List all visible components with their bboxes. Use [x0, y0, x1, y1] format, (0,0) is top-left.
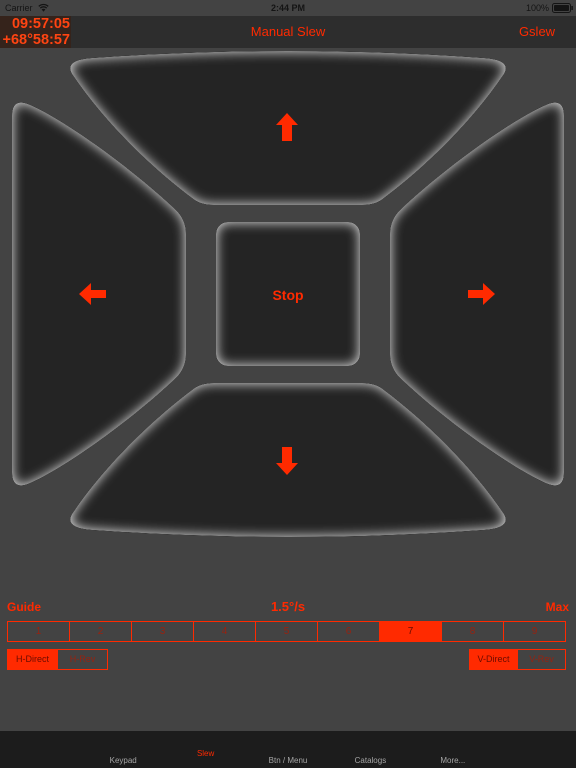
declination-value: +68°58:57	[2, 32, 70, 48]
wifi-icon	[38, 3, 49, 12]
rate-segment-1[interactable]: 1	[8, 622, 69, 641]
tab-more[interactable]: More...	[412, 731, 494, 768]
tab-label: More...	[440, 756, 466, 765]
rate-segment-3[interactable]: 3	[131, 622, 193, 641]
tab-keypad[interactable]: Keypad	[82, 731, 164, 768]
tab-label: Slew	[196, 749, 215, 758]
stop-button[interactable]: Stop	[216, 222, 360, 366]
slew-rate-control: 1 2 3 4 5 6 7 8 9	[7, 621, 566, 642]
direction-pad: Stop	[12, 51, 564, 537]
rate-segment-6[interactable]: 6	[317, 622, 379, 641]
rate-min-label: Guide	[7, 600, 42, 614]
stop-label: Stop	[272, 287, 303, 303]
page-title: Manual Slew	[250, 24, 326, 39]
rate-segment-2[interactable]: 2	[69, 622, 131, 641]
h-direct-segment[interactable]: H-Direct	[8, 650, 57, 669]
rate-segment-5[interactable]: 5	[255, 622, 317, 641]
rate-max-label: Max	[545, 600, 569, 614]
battery-icon	[552, 3, 574, 13]
rate-segment-7[interactable]: 7	[379, 622, 441, 641]
battery-percent: 100%	[525, 3, 549, 13]
v-direct-segment[interactable]: V-Direct	[470, 650, 517, 669]
rate-segment-8[interactable]: 8	[441, 622, 503, 641]
coordinate-readout: 09:57:05 +68°58:57	[0, 16, 71, 48]
tab-catalogs[interactable]: Catalogs	[329, 731, 411, 768]
manual-slew-screen: Carrier 2:44 PM 100% 09:57:05 +68°58:57 …	[0, 0, 576, 768]
status-bar: Carrier 2:44 PM 100%	[0, 0, 576, 16]
tab-label: Keypad	[109, 756, 137, 765]
navigation-bar: 09:57:05 +68°58:57 Manual Slew Gslew	[0, 16, 576, 48]
carrier-label: Carrier	[5, 3, 33, 13]
tab-label: Btn / Menu	[268, 756, 308, 765]
rate-value: 1.5°/s	[270, 599, 306, 614]
v-rev-segment[interactable]: V-Rev	[517, 650, 565, 669]
tab-slew[interactable]: Slew	[164, 731, 246, 768]
clock-label: 2:44 PM	[270, 3, 305, 13]
tab-label: Catalogs	[354, 756, 387, 765]
vertical-direction-control: V-Direct V-Rev	[469, 649, 566, 670]
h-rev-segment[interactable]: H-Rev	[57, 650, 107, 669]
tab-btn-menu[interactable]: Btn / Menu	[247, 731, 329, 768]
horizontal-direction-control: H-Direct H-Rev	[7, 649, 108, 670]
rate-segment-4[interactable]: 4	[193, 622, 255, 641]
right-ascension-value: 09:57:05	[11, 16, 70, 32]
gslew-button[interactable]: Gslew	[507, 24, 567, 40]
tab-bar: Keypad Slew Btn / Menu Catalogs More...	[0, 731, 576, 768]
rate-segment-9[interactable]: 9	[503, 622, 565, 641]
